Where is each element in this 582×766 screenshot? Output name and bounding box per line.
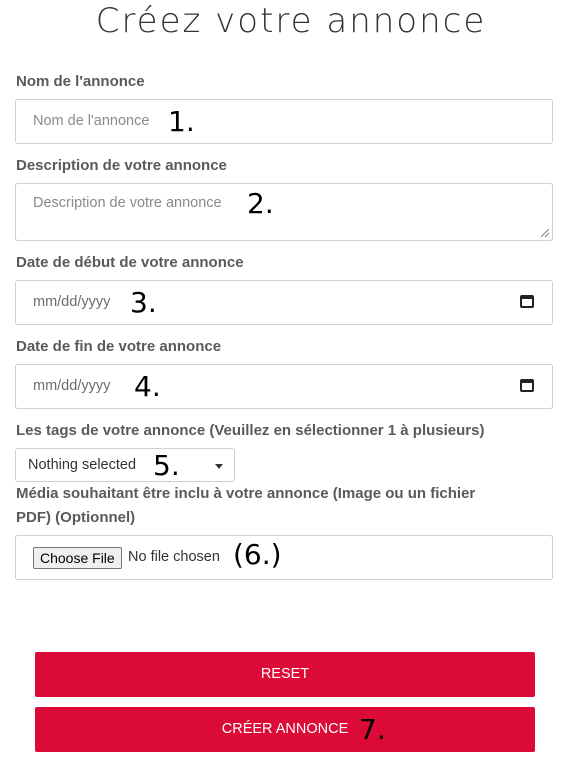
media-file-input[interactable]: Choose File No file chosen (6.) [15, 535, 553, 580]
create-button[interactable]: CRÉER ANNONCE 7. [35, 707, 535, 752]
caret-down-icon [215, 464, 223, 469]
annotation-marker-5: 5. [153, 449, 180, 482]
media-label: Média souhaitant être inclu à votre anno… [16, 485, 476, 502]
page-title: Créez votre annonce [95, 1, 487, 41]
calendar-icon[interactable] [520, 295, 534, 308]
name-input[interactable]: Nom de l'annonce 1. [15, 99, 553, 144]
resize-handle-icon[interactable] [541, 229, 549, 237]
end-date-input[interactable]: mm/dd/yyyy 4. [15, 364, 553, 409]
reset-button-label: RESET [260, 666, 310, 682]
file-status: No file chosen [128, 549, 220, 565]
annotation-marker-7: 7. [359, 713, 386, 746]
end-date-placeholder: mm/dd/yyyy [33, 378, 111, 394]
name-label: Nom de l'annonce [16, 73, 145, 90]
annotation-marker-3: 3. [130, 286, 157, 319]
start-date-input[interactable]: mm/dd/yyyy 3. [15, 280, 553, 325]
annotation-marker-6: (6.) [233, 538, 282, 571]
tags-selected-value: Nothing selected [28, 457, 137, 473]
description-label: Description de votre annonce [16, 157, 227, 174]
annotation-marker-1: 1. [168, 105, 195, 138]
description-placeholder: Description de votre annonce [33, 195, 222, 211]
end-date-label: Date de fin de votre annonce [16, 338, 222, 355]
calendar-icon[interactable] [520, 379, 534, 392]
annotation-marker-2: 2. [247, 187, 274, 220]
create-button-label: CRÉER ANNONCE [221, 721, 349, 737]
annotation-marker-4: 4. [134, 370, 161, 403]
name-placeholder: Nom de l'annonce [33, 113, 150, 129]
start-date-placeholder: mm/dd/yyyy [33, 294, 111, 310]
tags-select[interactable]: Nothing selected 5. [15, 448, 235, 482]
media-label-line2: PDF) (Optionnel) [16, 509, 136, 526]
description-textarea[interactable]: Description de votre annonce 2. [15, 183, 553, 241]
tags-label: Les tags de votre annonce (Veuillez en s… [16, 422, 485, 439]
choose-file-button[interactable]: Choose File [33, 547, 122, 569]
start-date-label: Date de début de votre annonce [16, 254, 244, 271]
reset-button[interactable]: RESET [35, 652, 535, 697]
